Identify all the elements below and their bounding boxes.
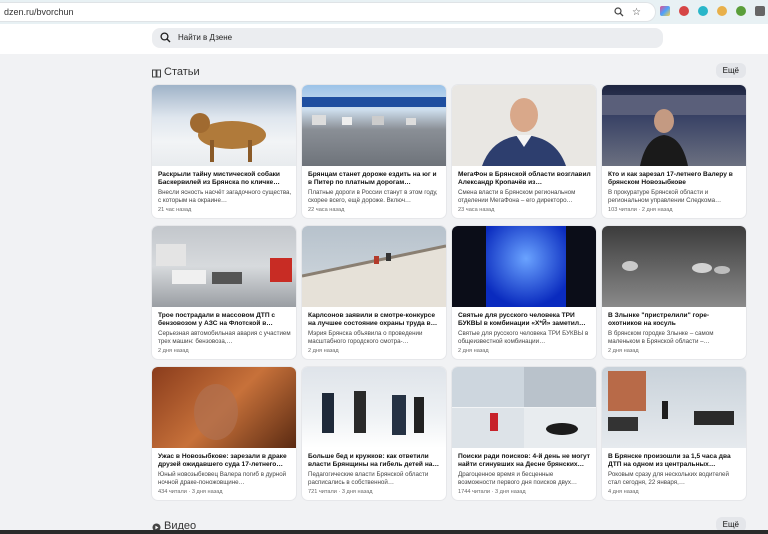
article-title[interactable]: Святые для русского человека ТРИ БУКВЫ в… — [458, 312, 592, 329]
extension-icon[interactable] — [736, 6, 746, 16]
article-title[interactable]: Больше бед и кружков: как ответили власт… — [308, 453, 442, 470]
article-card[interactable]: МегаФон в Брянской области возглавил Але… — [452, 85, 596, 218]
article-snippet: В брянском городке Злынке – самом малень… — [608, 330, 714, 346]
article-title[interactable]: Ужас в Новозыбкове: зарезали в драке дру… — [158, 453, 292, 470]
section-title: Статьи — [164, 66, 200, 78]
extension-icon[interactable] — [679, 6, 689, 16]
article-title[interactable]: Раскрыли тайну мистической собаки Баскер… — [158, 171, 292, 188]
article-thumbnail[interactable] — [152, 226, 296, 307]
article-meta: 22 часа назад — [308, 207, 345, 213]
taskbar-edge — [0, 530, 768, 534]
article-card[interactable]: Трое пострадали в массовом ДТП с бензово… — [152, 226, 296, 359]
article-title[interactable]: В Брянске произошли за 1,5 часа два ДТП … — [608, 453, 742, 470]
article-meta: 434 читали · 3 дня назад — [158, 489, 223, 495]
article-title[interactable]: МегаФон в Брянской области возглавил Але… — [458, 171, 592, 188]
article-card[interactable]: Поиски ради поисков: 4-й день не могут н… — [452, 367, 596, 500]
article-card[interactable]: В Злынке "пристрелили" горе-охотников на… — [602, 226, 746, 359]
article-thumbnail[interactable] — [602, 367, 746, 448]
article-card[interactable]: Больше бед и кружков: как ответили власт… — [302, 367, 446, 500]
article-card[interactable]: Ужас в Новозыбкове: зарезали в драке дру… — [152, 367, 296, 500]
article-thumbnail[interactable] — [452, 367, 596, 448]
article-snippet: Роковым сразу для нескольких водителей с… — [608, 471, 729, 487]
search-input[interactable]: Найти в Дзене — [152, 28, 663, 48]
article-meta: 2 дня назад — [308, 348, 339, 354]
article-meta: 4 дня назад — [608, 489, 639, 495]
article-meta: 2 дня назад — [608, 348, 639, 354]
book-icon — [152, 69, 161, 78]
article-thumbnail[interactable] — [602, 226, 746, 307]
article-meta: 21 час назад — [158, 207, 192, 213]
article-title[interactable]: Трое пострадали в массовом ДТП с бензово… — [158, 312, 292, 329]
article-meta: 103 читали · 2 дня назад — [608, 207, 673, 213]
article-snippet: В прокуратуре Брянской области и региона… — [608, 189, 722, 205]
article-meta: 23 часа назад — [458, 207, 495, 213]
article-thumbnail[interactable] — [452, 226, 596, 307]
address-bar[interactable]: dzen.ru/bvorchun ☆ — [0, 2, 656, 22]
article-thumbnail[interactable] — [452, 85, 596, 166]
article-thumbnail[interactable] — [602, 85, 746, 166]
dzen-page: Найти в Дзене Статьи Ещё Раскрыли тайну … — [0, 24, 768, 534]
page-header: Найти в Дзене — [0, 24, 768, 54]
article-snippet: Смена власти в Брянском региональном отд… — [458, 189, 576, 205]
article-thumbnail[interactable] — [152, 367, 296, 448]
article-snippet: Серьезная автомобильная авария с участие… — [158, 330, 291, 346]
article-thumbnail[interactable] — [152, 85, 296, 166]
article-snippet: Юный новозыбковец Валера погиб в дурной … — [158, 471, 287, 487]
article-snippet: Драгоценное время и бесценные возможност… — [458, 471, 578, 487]
article-title[interactable]: Кто и как зарезал 17-летнего Валеру в бр… — [608, 171, 742, 188]
extension-icon[interactable] — [717, 6, 727, 16]
extension-icon[interactable] — [660, 6, 670, 16]
article-card[interactable]: Карлсонов заявили в смотре-конкурсе на л… — [302, 226, 446, 359]
zoom-icon[interactable] — [614, 7, 624, 21]
extension-icon[interactable] — [698, 6, 708, 16]
bookmark-star-icon[interactable]: ☆ — [632, 7, 641, 19]
article-meta: 1744 читали · 3 дня назад — [458, 489, 526, 495]
browser-toolbar: dzen.ru/bvorchun ☆ — [0, 0, 768, 24]
article-title[interactable]: Карлсонов заявили в смотре-конкурсе на л… — [308, 312, 442, 329]
address-url[interactable]: dzen.ru/bvorchun — [4, 7, 74, 17]
articles-section-header: Статьи Ещё — [152, 63, 746, 82]
article-snippet: Мэрия Брянска объявила о проведении масш… — [308, 330, 423, 346]
articles-grid: Раскрыли тайну мистической собаки Баскер… — [152, 85, 746, 500]
article-card[interactable]: Брянцам станет дороже ездить на юг и в П… — [302, 85, 446, 218]
article-title[interactable]: Брянцам станет дороже ездить на юг и в П… — [308, 171, 442, 188]
article-meta: 721 читали · 3 дня назад — [308, 489, 373, 495]
article-meta: 2 дня назад — [158, 348, 189, 354]
article-card[interactable]: Кто и как зарезал 17-летнего Валеру в бр… — [602, 85, 746, 218]
article-snippet: Платные дороги в России станут в этом го… — [308, 189, 438, 205]
article-snippet: Педагогические власти Брянской области р… — [308, 471, 429, 487]
article-card[interactable]: Раскрыли тайну мистической собаки Баскер… — [152, 85, 296, 218]
article-title[interactable]: В Злынке "пристрелили" горе-охотников на… — [608, 312, 742, 329]
article-card[interactable]: Святые для русского человека ТРИ БУКВЫ в… — [452, 226, 596, 359]
article-snippet: Внесли ясность насчёт загадочного сущест… — [158, 189, 292, 205]
more-button[interactable]: Ещё — [715, 63, 746, 78]
article-title[interactable]: Поиски ради поисков: 4-й день не могут н… — [458, 453, 592, 470]
search-icon — [160, 32, 171, 43]
extension-icon[interactable] — [755, 6, 765, 16]
article-meta: 2 дня назад — [458, 348, 489, 354]
search-placeholder: Найти в Дзене — [178, 33, 233, 42]
article-thumbnail[interactable] — [302, 226, 446, 307]
article-thumbnail[interactable] — [302, 85, 446, 166]
article-thumbnail[interactable] — [302, 367, 446, 448]
article-snippet: Святые для русского человека ТРИ БУКВЫ в… — [458, 330, 589, 346]
article-card[interactable]: В Брянске произошли за 1,5 часа два ДТП … — [602, 367, 746, 500]
